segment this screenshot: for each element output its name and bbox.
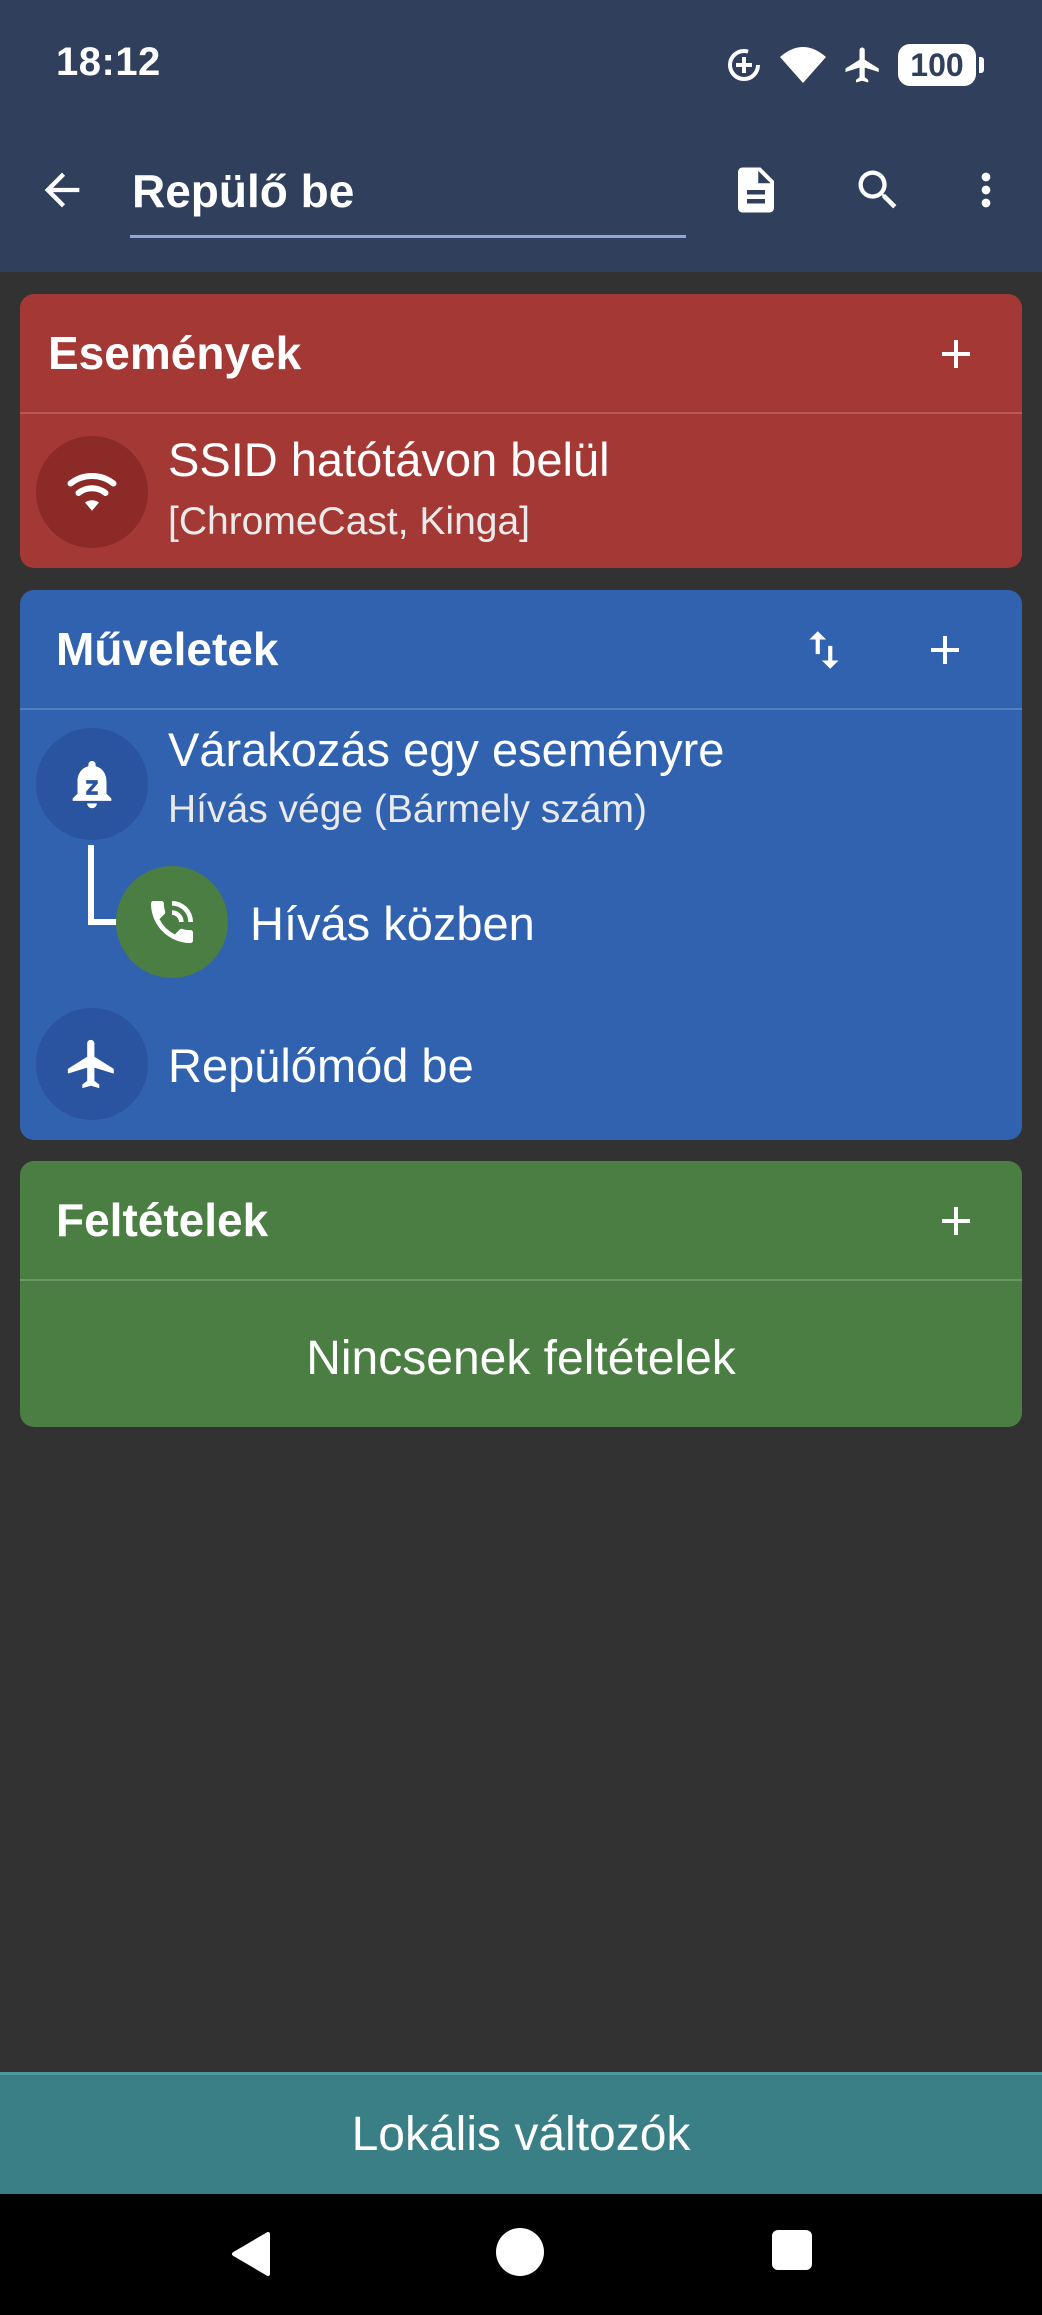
macro-name-input[interactable]: Repülő be (130, 158, 686, 238)
description-button[interactable] (716, 150, 796, 230)
search-icon (858, 170, 897, 209)
plus-icon (942, 340, 970, 368)
actions-header: Műveletek (20, 590, 1022, 710)
actions-title: Műveletek (56, 623, 279, 675)
wifi-icon (778, 45, 828, 85)
toolbar: Repülő be (0, 140, 1042, 260)
nav-home-button[interactable] (496, 2228, 544, 2276)
add-event-button[interactable] (916, 314, 996, 394)
action-item-wait-event[interactable]: Várakozás egy eseményre Hívás vége (Bárm… (20, 712, 1022, 852)
triangle-back-icon (232, 2232, 270, 2276)
reorder-button[interactable] (784, 610, 864, 690)
plus-icon (931, 636, 959, 664)
conditions-card: Feltételek Nincsenek feltételek (20, 1161, 1022, 1427)
battery-icon: 100 (898, 44, 984, 86)
status-time: 18:12 (56, 40, 161, 84)
plus-icon (942, 1207, 970, 1235)
app-bar: 18:12 100 Repülő be (0, 0, 1042, 272)
action-item-in-call[interactable]: Hívás közben (20, 858, 1022, 990)
local-variables-button[interactable]: Lokális változók (0, 2072, 1042, 2194)
events-header: Események (20, 294, 1022, 414)
event-title: SSID hatótávon belül (168, 433, 610, 486)
event-subtitle: [ChromeCast, Kinga] (168, 500, 530, 543)
arrow-back-icon (44, 172, 80, 208)
nav-recents-button[interactable] (772, 2230, 812, 2270)
events-card: Események SSID hatótávon belül [ChromeCa… (20, 294, 1022, 568)
add-action-button[interactable] (905, 610, 985, 690)
swap-vert-icon (809, 631, 839, 669)
back-button[interactable] (22, 150, 102, 230)
action-item-airplane-mode[interactable]: Repülőmód be (20, 1000, 1022, 1130)
airplane-icon (36, 1008, 148, 1120)
conditions-header: Feltételek (20, 1161, 1022, 1281)
events-title: Események (48, 327, 302, 379)
search-button[interactable] (838, 150, 918, 230)
actions-card: Műveletek Várakozás egy eseményre Hívás … (20, 590, 1022, 1140)
snooze-bell-icon (36, 728, 148, 840)
action-title: Repülőmód be (168, 1039, 474, 1092)
action-title: Hívás közben (250, 897, 535, 950)
more-options-button[interactable] (946, 150, 1026, 230)
airplane-icon (842, 44, 884, 86)
nav-back-button[interactable] (228, 2230, 272, 2283)
add-condition-button[interactable] (916, 1181, 996, 1261)
phone-in-talk-icon (116, 866, 228, 978)
status-bar: 18:12 100 (0, 0, 1042, 130)
document-icon (738, 167, 774, 213)
conditions-title: Feltételek (56, 1194, 269, 1246)
no-conditions-text: Nincsenek feltételek (306, 1332, 736, 1385)
data-saver-icon (724, 45, 764, 85)
navigation-bar (0, 2194, 1042, 2315)
status-icons: 100 (724, 40, 984, 90)
more-vert-icon (981, 172, 991, 208)
action-subtitle: Hívás vége (Bármely szám) (168, 788, 647, 831)
event-item-ssid[interactable]: SSID hatótávon belül [ChromeCast, Kinga] (20, 414, 1022, 568)
wifi-icon (36, 436, 148, 548)
action-title: Várakozás egy eseményre (168, 723, 725, 776)
